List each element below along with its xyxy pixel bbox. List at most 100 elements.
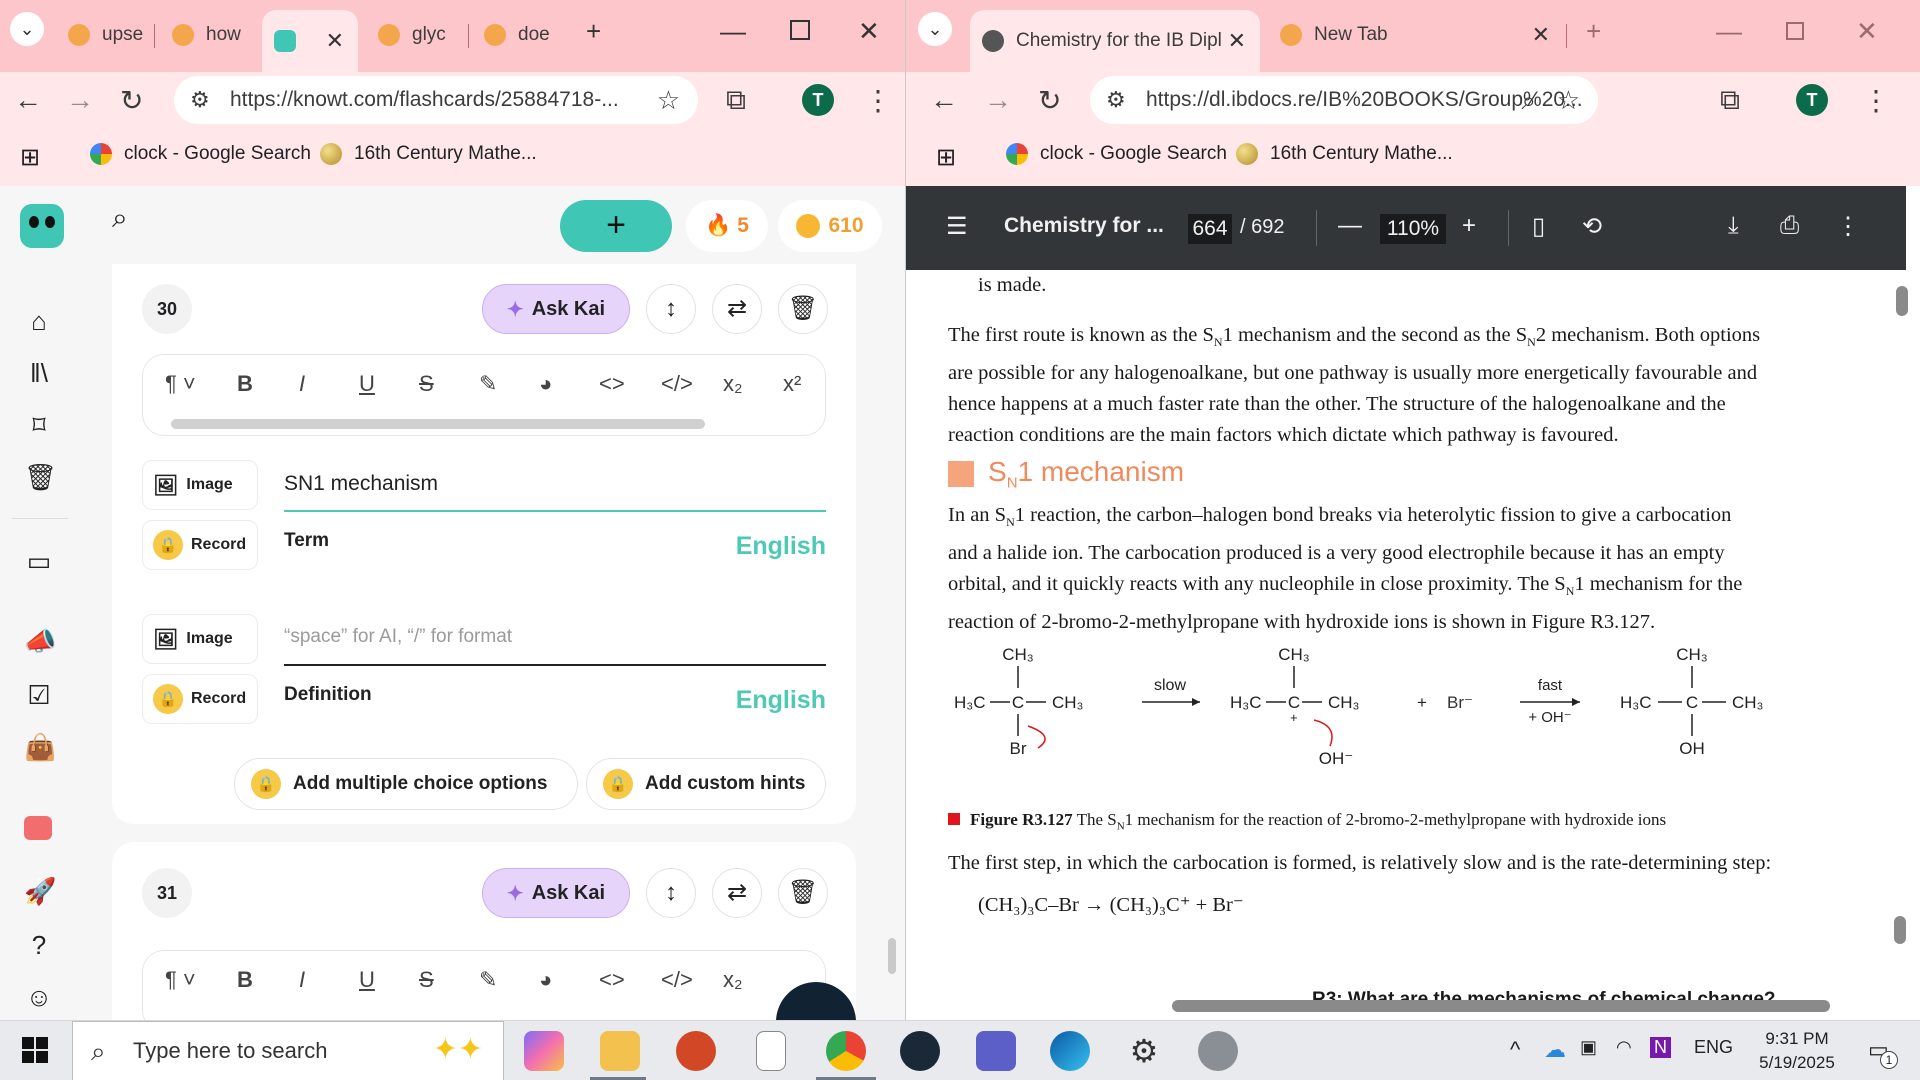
close-tab-icon[interactable]: ✕ bbox=[1228, 28, 1246, 54]
profile-avatar[interactable]: T bbox=[1796, 84, 1828, 116]
onedrive-icon[interactable]: ☁ bbox=[1544, 1037, 1566, 1063]
flip-button[interactable]: ⇄ bbox=[712, 868, 762, 918]
menu-icon[interactable]: ⋮ bbox=[864, 84, 892, 117]
zoom-icon[interactable]: ⌕ bbox=[1521, 85, 1536, 117]
forward-button[interactable]: → bbox=[984, 84, 1012, 116]
coins-badge[interactable]: 610 bbox=[778, 200, 882, 252]
close-window-button[interactable]: ✕ bbox=[1856, 16, 1878, 47]
site-info-icon[interactable]: ⚙ bbox=[190, 87, 210, 113]
extensions-icon[interactable]: ⧉ bbox=[1720, 84, 1740, 117]
back-button[interactable]: ← bbox=[930, 84, 958, 116]
definition-language[interactable]: English bbox=[736, 686, 826, 715]
apps-grid-icon[interactable]: ⊞ bbox=[20, 143, 40, 172]
superscript-icon[interactable]: x² bbox=[783, 371, 801, 397]
reload-button[interactable]: ↻ bbox=[120, 84, 143, 117]
subscript-icon[interactable]: x₂ bbox=[723, 371, 743, 397]
term-input[interactable]: SN1 mechanism bbox=[284, 472, 438, 496]
download-icon[interactable]: ⤓ bbox=[1728, 212, 1739, 240]
new-tab-button[interactable]: + bbox=[586, 16, 601, 47]
fit-page-icon[interactable]: ▯ bbox=[1532, 212, 1545, 241]
paragraph-icon[interactable]: ¶ ˅ bbox=[165, 967, 196, 993]
code-icon[interactable]: <> bbox=[599, 967, 625, 993]
bookmark-clock[interactable]: clock - Google Search bbox=[90, 143, 311, 165]
help-icon[interactable]: ? bbox=[24, 930, 54, 961]
reload-button[interactable]: ↻ bbox=[1038, 84, 1061, 117]
more-options-icon[interactable]: ⋮ bbox=[1836, 212, 1860, 241]
address-bar[interactable]: ⚙ https://knowt.com/flashcards/25884718-… bbox=[174, 76, 698, 124]
tab-new-tab[interactable]: New Tab ✕ bbox=[1268, 12, 1564, 58]
tab-glyc[interactable]: glyc bbox=[366, 12, 462, 58]
powerpoint-icon[interactable] bbox=[676, 1031, 716, 1071]
underline-icon[interactable]: U bbox=[359, 371, 375, 397]
notepad-icon[interactable] bbox=[756, 1031, 786, 1071]
bold-icon[interactable]: B bbox=[237, 967, 253, 993]
presentation-icon[interactable]: ▭ bbox=[24, 546, 54, 577]
pdf-horizontal-scrollbar[interactable] bbox=[914, 996, 1900, 1016]
scroll-thumb[interactable] bbox=[1172, 1000, 1830, 1012]
knowt-logo[interactable] bbox=[20, 204, 64, 248]
palette-icon[interactable]: ◕ bbox=[539, 967, 552, 993]
bookmark-icon[interactable]: ⌑ bbox=[24, 410, 54, 441]
image-button[interactable]: 🖼 Image bbox=[142, 614, 258, 664]
flip-button[interactable]: ⇄ bbox=[712, 284, 762, 334]
steam-icon[interactable] bbox=[900, 1031, 940, 1071]
bookmark-16th-century[interactable]: 16th Century Mathe... bbox=[320, 143, 537, 165]
zoom-level-input[interactable]: 110% bbox=[1380, 214, 1446, 244]
bookmark-16th-century[interactable]: 16th Century Mathe... bbox=[1236, 143, 1453, 165]
flashcard-app-icon[interactable] bbox=[24, 816, 52, 840]
tab-knowt-active[interactable]: ✕ bbox=[262, 10, 358, 72]
definition-input[interactable]: “space” for AI, “/” for format bbox=[284, 626, 512, 648]
trash-icon[interactable]: 🗑 bbox=[24, 462, 57, 493]
code-icon[interactable]: <> bbox=[599, 371, 625, 397]
tab-search-button[interactable]: ⌄ bbox=[918, 12, 952, 46]
maximize-button[interactable] bbox=[1786, 22, 1804, 40]
paragraph-icon[interactable]: ¶ ˅ bbox=[165, 371, 196, 397]
toolbar-scrollbar[interactable] bbox=[171, 419, 705, 429]
shopping-bag-icon[interactable]: 👜 bbox=[24, 732, 56, 763]
print-icon[interactable]: ⎙ bbox=[1780, 212, 1799, 240]
subscript-icon[interactable]: x₂ bbox=[723, 967, 743, 993]
bookmark-clock[interactable]: clock - Google Search bbox=[1006, 143, 1227, 165]
home-icon[interactable]: ⌂ bbox=[24, 306, 54, 337]
rocket-icon[interactable]: 🚀 bbox=[24, 876, 56, 907]
record-button[interactable]: 🔒 Record bbox=[142, 520, 258, 570]
strikethrough-icon[interactable]: S bbox=[419, 371, 434, 397]
italic-icon[interactable]: I bbox=[299, 967, 305, 993]
reorder-button[interactable]: ↕ bbox=[646, 284, 696, 334]
streak-badge[interactable]: 🔥 5 bbox=[686, 200, 768, 252]
edge-icon[interactable] bbox=[1050, 1031, 1090, 1071]
wifi-icon[interactable]: ◠ bbox=[1616, 1037, 1632, 1058]
megaphone-icon[interactable]: 📣 bbox=[24, 626, 56, 657]
close-window-button[interactable]: ✕ bbox=[858, 16, 880, 47]
file-explorer-icon[interactable] bbox=[600, 1031, 640, 1071]
italic-icon[interactable]: I bbox=[299, 371, 305, 397]
ask-kai-button[interactable]: ✦ Ask Kai bbox=[482, 868, 630, 918]
extensions-icon[interactable]: ⧉ bbox=[726, 84, 746, 117]
close-tab-icon[interactable]: ✕ bbox=[1532, 22, 1550, 48]
create-button[interactable]: + bbox=[560, 200, 672, 252]
tab-chemistry-active[interactable]: Chemistry for the IB Dipl ✕ bbox=[970, 10, 1260, 72]
scroll-thumb[interactable] bbox=[1894, 916, 1906, 944]
copilot-icon[interactable] bbox=[524, 1031, 564, 1071]
delete-card-button[interactable]: 🗑 bbox=[778, 868, 828, 918]
page-number-input[interactable]: 664 bbox=[1188, 214, 1232, 244]
clock[interactable]: 9:31 PM 5/19/2025 bbox=[1754, 1027, 1840, 1075]
minimize-button[interactable]: — bbox=[720, 16, 746, 47]
highlighter-icon[interactable]: ✎ bbox=[479, 967, 497, 993]
zoom-in-icon[interactable]: + bbox=[1462, 212, 1476, 240]
taskbar-search[interactable]: ⌕ Type here to search ✦✦ bbox=[72, 1021, 504, 1080]
tab-how[interactable]: how bbox=[160, 12, 256, 58]
maximize-button[interactable] bbox=[790, 20, 810, 40]
language-indicator[interactable]: ENG bbox=[1694, 1037, 1733, 1058]
display-icon[interactable]: ▣ bbox=[1580, 1037, 1597, 1058]
app-icon[interactable] bbox=[1198, 1031, 1238, 1071]
reorder-button[interactable]: ↕ bbox=[646, 868, 696, 918]
back-button[interactable]: ← bbox=[14, 84, 42, 116]
address-bar[interactable]: ⚙ https://dl.ibdocs.re/IB%20BOOKS/Group%… bbox=[1090, 76, 1598, 124]
pdf-vertical-scrollbar[interactable] bbox=[1894, 276, 1910, 1006]
checklist-icon[interactable]: ☑ bbox=[24, 680, 54, 711]
library-icon[interactable]: ‖\ bbox=[24, 358, 54, 389]
term-language[interactable]: English bbox=[736, 532, 826, 561]
new-tab-button[interactable]: + bbox=[1586, 16, 1601, 47]
rotate-icon[interactable]: ⟲ bbox=[1582, 212, 1602, 241]
